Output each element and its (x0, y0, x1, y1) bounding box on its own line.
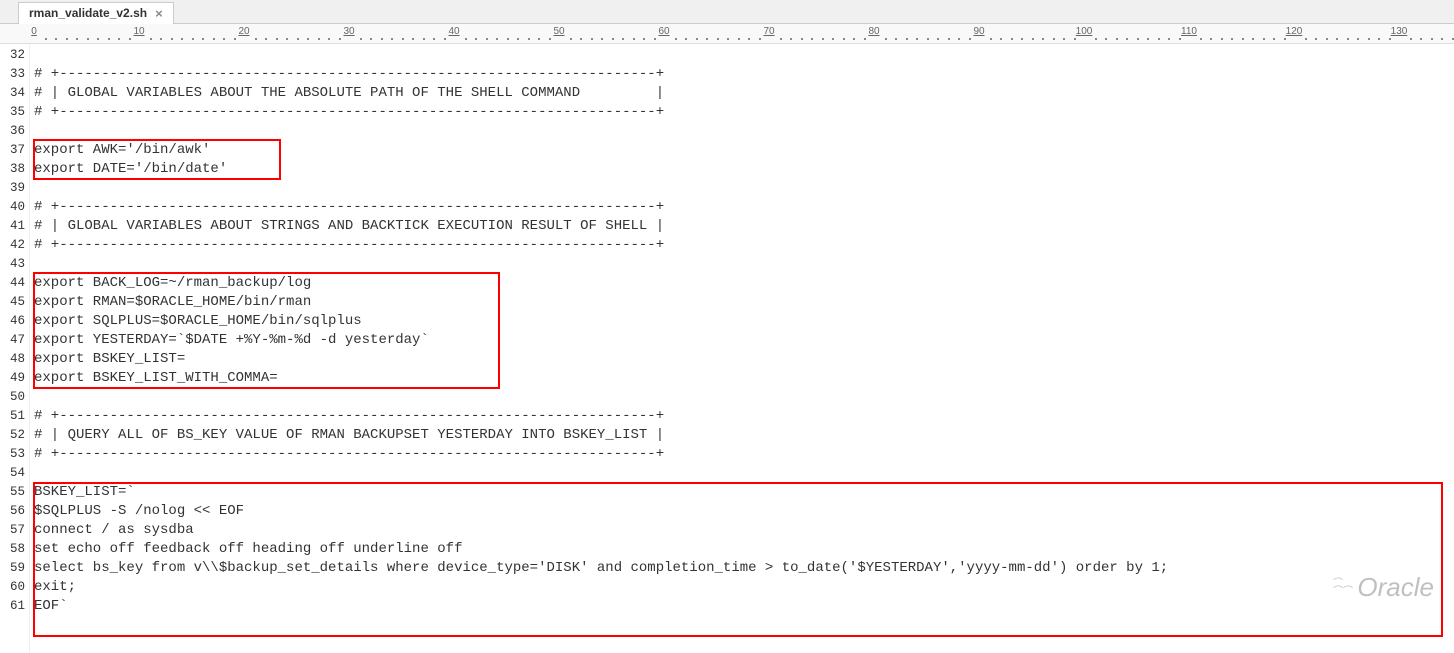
line-number: 37 (0, 141, 25, 160)
line-number: 33 (0, 65, 25, 84)
code-line[interactable]: export YESTERDAY=`$DATE +%Y-%m-%d -d yes… (34, 331, 1454, 350)
close-icon[interactable]: × (155, 6, 163, 21)
line-number: 34 (0, 84, 25, 103)
code-line[interactable]: set echo off feedback off heading off un… (34, 540, 1454, 559)
code-line[interactable] (34, 388, 1454, 407)
editor: 3233343536373839404142434445464748495051… (0, 44, 1454, 653)
file-tab[interactable]: rman_validate_v2.sh × (18, 2, 174, 24)
code-line[interactable] (34, 255, 1454, 274)
code-line[interactable]: # +-------------------------------------… (34, 407, 1454, 426)
line-number: 35 (0, 103, 25, 122)
line-number: 42 (0, 236, 25, 255)
code-line[interactable]: EOF` (34, 597, 1454, 616)
line-number-gutter: 3233343536373839404142434445464748495051… (0, 44, 30, 653)
ruler-number: 120 (1286, 26, 1303, 37)
code-line[interactable]: BSKEY_LIST=` (34, 483, 1454, 502)
ruler-number: 10 (133, 26, 144, 37)
ruler-number: 90 (973, 26, 984, 37)
code-line[interactable]: exit; (34, 578, 1454, 597)
line-number: 51 (0, 407, 25, 426)
code-line[interactable]: # +-------------------------------------… (34, 103, 1454, 122)
code-line[interactable]: connect / as sysdba (34, 521, 1454, 540)
ruler-number: 20 (238, 26, 249, 37)
ruler-number: 60 (658, 26, 669, 37)
code-line[interactable]: # +-------------------------------------… (34, 65, 1454, 84)
code-line[interactable]: # | GLOBAL VARIABLES ABOUT THE ABSOLUTE … (34, 84, 1454, 103)
line-number: 38 (0, 160, 25, 179)
code-line[interactable]: # | QUERY ALL OF BS_KEY VALUE OF RMAN BA… (34, 426, 1454, 445)
line-number: 58 (0, 540, 25, 559)
tab-title: rman_validate_v2.sh (29, 6, 147, 20)
line-number: 50 (0, 388, 25, 407)
ruler-number: 100 (1076, 26, 1093, 37)
line-number: 56 (0, 502, 25, 521)
line-number: 57 (0, 521, 25, 540)
line-number: 60 (0, 578, 25, 597)
code-line[interactable]: export AWK='/bin/awk' (34, 141, 1454, 160)
code-line[interactable]: # +-------------------------------------… (34, 445, 1454, 464)
ruler-number: 40 (448, 26, 459, 37)
line-number: 40 (0, 198, 25, 217)
line-number: 41 (0, 217, 25, 236)
code-line[interactable]: export SQLPLUS=$ORACLE_HOME/bin/sqlplus (34, 312, 1454, 331)
line-number: 47 (0, 331, 25, 350)
line-number: 54 (0, 464, 25, 483)
ruler-number: 80 (868, 26, 879, 37)
code-line[interactable]: export DATE='/bin/date' (34, 160, 1454, 179)
line-number: 46 (0, 312, 25, 331)
code-line[interactable]: export BSKEY_LIST= (34, 350, 1454, 369)
ruler-number: 0 (31, 26, 37, 37)
line-number: 48 (0, 350, 25, 369)
code-line[interactable]: # +-------------------------------------… (34, 236, 1454, 255)
code-area[interactable]: # +-------------------------------------… (30, 44, 1454, 653)
line-number: 32 (0, 46, 25, 65)
code-line[interactable]: select bs_key from v\\$backup_set_detail… (34, 559, 1454, 578)
ruler-number: 70 (763, 26, 774, 37)
ruler-number: 110 (1181, 26, 1197, 37)
code-line[interactable]: export BACK_LOG=~/rman_backup/log (34, 274, 1454, 293)
code-line[interactable] (34, 464, 1454, 483)
line-number: 39 (0, 179, 25, 198)
code-line[interactable]: export RMAN=$ORACLE_HOME/bin/rman (34, 293, 1454, 312)
code-line[interactable]: # | GLOBAL VARIABLES ABOUT STRINGS AND B… (34, 217, 1454, 236)
ruler: 0 10 20 30 40 50 60 70 80 90 100 110 120 130 (0, 24, 1454, 44)
line-number: 45 (0, 293, 25, 312)
line-number: 52 (0, 426, 25, 445)
tab-bar: rman_validate_v2.sh × (0, 0, 1454, 24)
line-number: 55 (0, 483, 25, 502)
line-number: 36 (0, 122, 25, 141)
code-line[interactable] (34, 179, 1454, 198)
line-number: 44 (0, 274, 25, 293)
ruler-number: 50 (553, 26, 564, 37)
line-number: 61 (0, 597, 25, 616)
line-number: 49 (0, 369, 25, 388)
code-line[interactable] (34, 122, 1454, 141)
code-line[interactable]: $SQLPLUS -S /nolog << EOF (34, 502, 1454, 521)
line-number: 43 (0, 255, 25, 274)
ruler-number: 30 (343, 26, 354, 37)
line-number: 53 (0, 445, 25, 464)
ruler-number: 130 (1391, 26, 1408, 37)
code-line[interactable]: export BSKEY_LIST_WITH_COMMA= (34, 369, 1454, 388)
code-line[interactable]: # +-------------------------------------… (34, 198, 1454, 217)
line-number: 59 (0, 559, 25, 578)
code-line[interactable] (34, 46, 1454, 65)
